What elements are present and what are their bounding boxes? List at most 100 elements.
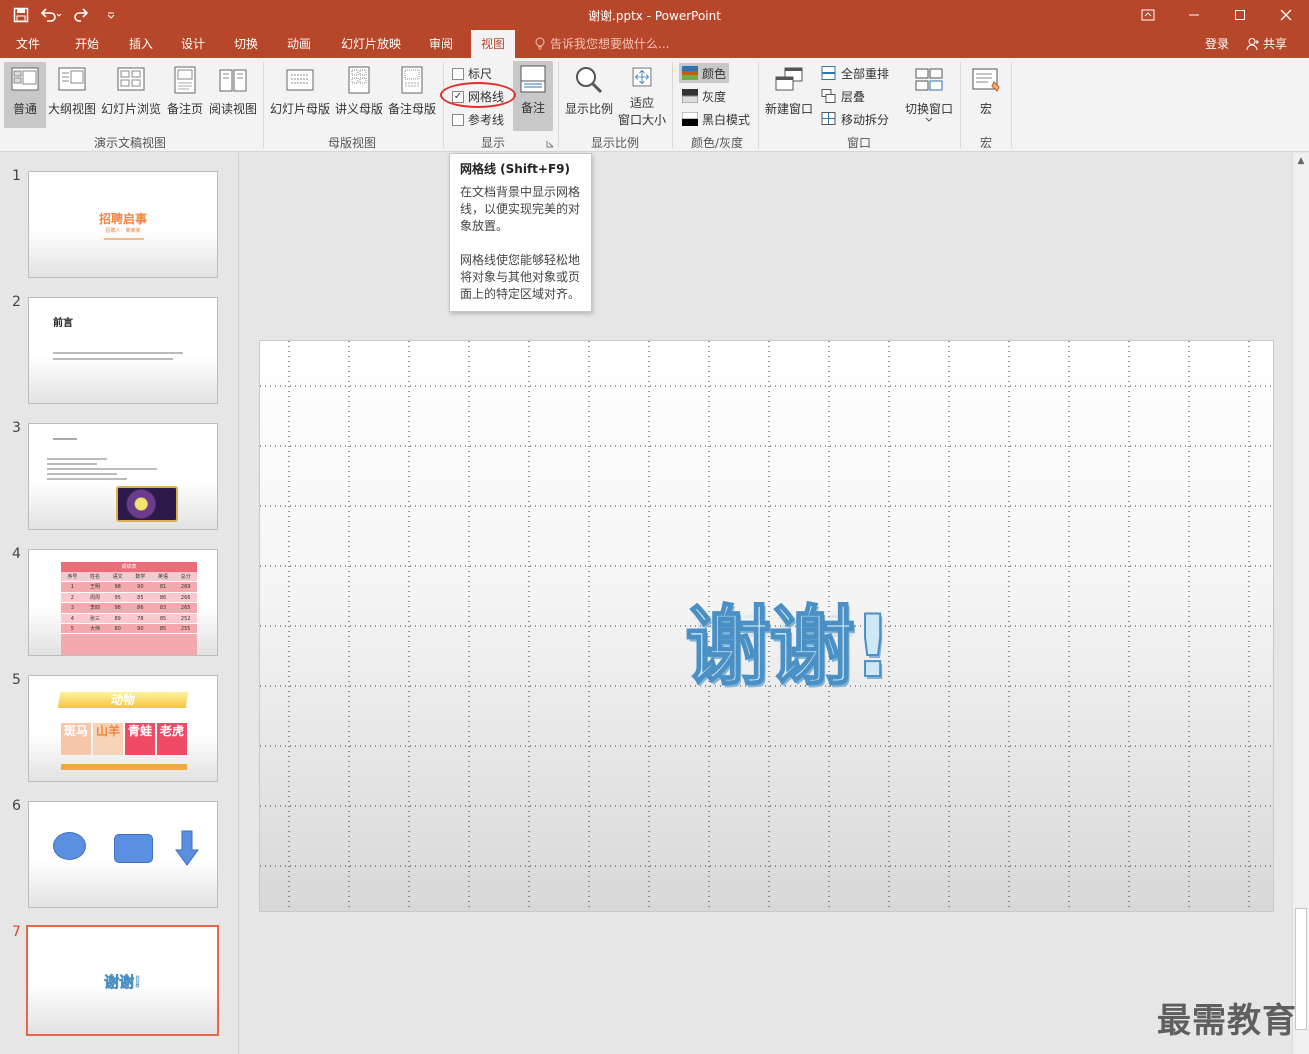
vertical-scrollbar[interactable]: ▲ (1292, 153, 1309, 1054)
notes-page-button[interactable]: 备注页 (165, 62, 205, 128)
tab-design[interactable]: 设计 (171, 30, 215, 58)
tell-me-box[interactable]: 告诉我您想要做什么... (534, 30, 669, 58)
tab-insert[interactable]: 插入 (119, 30, 163, 58)
thumb4-table-cell: 98 (114, 605, 121, 612)
macros-button[interactable]: 宏 (964, 62, 1008, 128)
thumb4-table-cell: 序号 (67, 574, 78, 580)
tooltip-title: 网格线 (Shift+F9) (460, 162, 571, 176)
chevron-down-icon (925, 117, 933, 122)
color-button[interactable]: 颜色 (679, 63, 730, 83)
color-swatch-icon (682, 66, 698, 80)
new-window-label: 新建窗口 (764, 102, 813, 116)
slide-master-icon (286, 69, 314, 91)
close-button[interactable] (1263, 0, 1309, 30)
fit-to-window-button[interactable]: 适应 窗口大小 (616, 62, 668, 128)
switch-window-button[interactable]: 切换窗口 (902, 62, 956, 128)
thumb3-text-line (47, 468, 157, 470)
normal-view-button[interactable]: 普通 (4, 62, 46, 128)
ribbon-display-icon (1141, 9, 1155, 21)
thumb5-bottom-bar (61, 764, 187, 770)
tab-slideshow[interactable]: 幻灯片放映 (331, 30, 411, 58)
thumb4-table-cell: 周周 (90, 594, 101, 601)
share-button[interactable]: 共享 (1242, 33, 1293, 55)
slide-title-text[interactable]: 谢谢! (684, 576, 893, 701)
black-white-button[interactable]: 黑白模式 (679, 109, 753, 129)
handout-master-button[interactable]: 讲义母版 (334, 62, 384, 128)
slide-thumbnail-3[interactable] (28, 423, 218, 530)
signin-link[interactable]: 登录 (1205, 30, 1229, 58)
thumb4-table-cell: 王明 (90, 584, 101, 591)
window-title: 谢谢.pptx - PowerPoint (588, 9, 721, 23)
slide-thumbnail-2[interactable]: 前言 (28, 297, 218, 404)
guides-checkbox[interactable]: 参考线 (452, 111, 504, 128)
slide-thumbnail-1[interactable]: 招聘启事 招聘人：某某某 (28, 171, 218, 278)
fit-window-icon (632, 67, 652, 87)
window-controls (1125, 0, 1309, 30)
thumb4-table-cell: 语文 (112, 574, 123, 580)
thumb4-score-table: 序号 姓名 语文 数学 英语 总分 1 王明 98 90 81 269 2 周周 95 85 86 266 3 李四 9… (61, 572, 197, 655)
thumb4-table-cell: 大伟 (90, 625, 101, 632)
ribbon-display-button[interactable] (1125, 0, 1171, 30)
window-group-label: 窗口 (846, 136, 871, 150)
thumb7-text: 谢谢! (104, 973, 141, 992)
tab-view[interactable]: 视图 (471, 30, 516, 58)
presentation-views-group-label: 演示文稿视图 (93, 136, 166, 150)
color-label: 颜色 (702, 66, 727, 81)
scroll-up-arrow-icon[interactable]: ▲ (1295, 156, 1307, 170)
thumb4-table-row: 4 张三 89 78 85 252 (61, 613, 197, 624)
handout-master-label: 讲义母版 (334, 102, 383, 116)
maximize-button[interactable] (1217, 0, 1263, 30)
outline-view-button[interactable]: 大纲视图 (47, 62, 97, 128)
tab-animations[interactable]: 动画 (277, 30, 321, 58)
slide-thumbnail-7[interactable]: 谢谢! (26, 925, 219, 1036)
ruler-checkbox[interactable]: 标尺 (452, 65, 492, 82)
arrange-all-button[interactable]: 全部重排 (818, 63, 892, 83)
thumb4-table-cell: 98 (114, 584, 121, 591)
thumb4-table-cell: 89 (114, 615, 121, 622)
notes-button[interactable]: 备注 (513, 61, 553, 131)
share-label: 共享 (1263, 37, 1288, 51)
notes-master-button[interactable]: 备注母版 (386, 62, 438, 128)
thumb6-ellipse-shape (53, 832, 86, 860)
thumb4-table-cell: 数学 (135, 574, 146, 580)
new-window-button[interactable]: 新建窗口 (762, 62, 816, 128)
thumb4-table-cell: 85 (159, 625, 167, 632)
tab-home[interactable]: 开始 (65, 30, 109, 58)
dialog-launcher-icon[interactable] (546, 140, 554, 148)
thumb4-table-cell: 85 (159, 615, 167, 622)
zoom-button[interactable]: 显示比例 (562, 62, 616, 128)
lightbulb-icon (535, 37, 545, 50)
person-icon (1246, 38, 1259, 51)
move-split-button[interactable]: 移动拆分 (818, 109, 892, 129)
main-slide-canvas[interactable]: 谢谢! 谢谢! (259, 340, 1274, 912)
thumb4-table-cell: 张三 (90, 615, 101, 622)
tab-review[interactable]: 审阅 (419, 30, 463, 58)
thumb5-cell-tiger: 老虎 (157, 723, 187, 755)
slide-thumbnail-5[interactable]: 动物 斑马 山羊 青蛙 老虎 (28, 675, 218, 782)
thumb4-table-cell: 81 (159, 584, 167, 591)
thumb4-title: 成绩表 (61, 562, 197, 572)
master-views-group-label: 母版视图 (327, 136, 376, 150)
macros-label: 宏 (979, 102, 992, 116)
thumb6-down-arrow-shape (175, 830, 199, 866)
notes-master-icon (401, 66, 423, 94)
highlight-circle (440, 82, 516, 108)
thumb4-header-row: 序号 姓名 语文 数学 英语 总分 (61, 572, 197, 583)
slide-thumbnail-6[interactable] (28, 801, 218, 908)
slide-sorter-button[interactable]: 幻灯片浏览 (99, 62, 163, 128)
slide-number: 6 (12, 798, 21, 814)
watermark-text: 最需教育 (1157, 1001, 1297, 1041)
thumb4-table-cell: 5 (70, 625, 74, 632)
fit-label-line2: 窗口大小 (617, 113, 666, 127)
tab-transitions[interactable]: 切换 (224, 30, 268, 58)
group-separator (758, 62, 759, 148)
reading-view-button[interactable]: 阅读视图 (207, 62, 259, 128)
tab-file[interactable]: 文件 (6, 30, 50, 58)
minimize-button[interactable] (1171, 0, 1217, 30)
grayscale-button[interactable]: 灰度 (679, 86, 729, 106)
slide-thumbnail-4[interactable]: 成绩表 序号 姓名 语文 数学 英语 总分 1 王明 98 90 81 269 2 周周 95 85 86 266… (28, 549, 218, 656)
cascade-button[interactable]: 层叠 (818, 86, 868, 106)
macro-icon (972, 68, 1000, 92)
slide-master-button[interactable]: 幻灯片母版 (268, 62, 332, 128)
cascade-label: 层叠 (841, 89, 866, 104)
